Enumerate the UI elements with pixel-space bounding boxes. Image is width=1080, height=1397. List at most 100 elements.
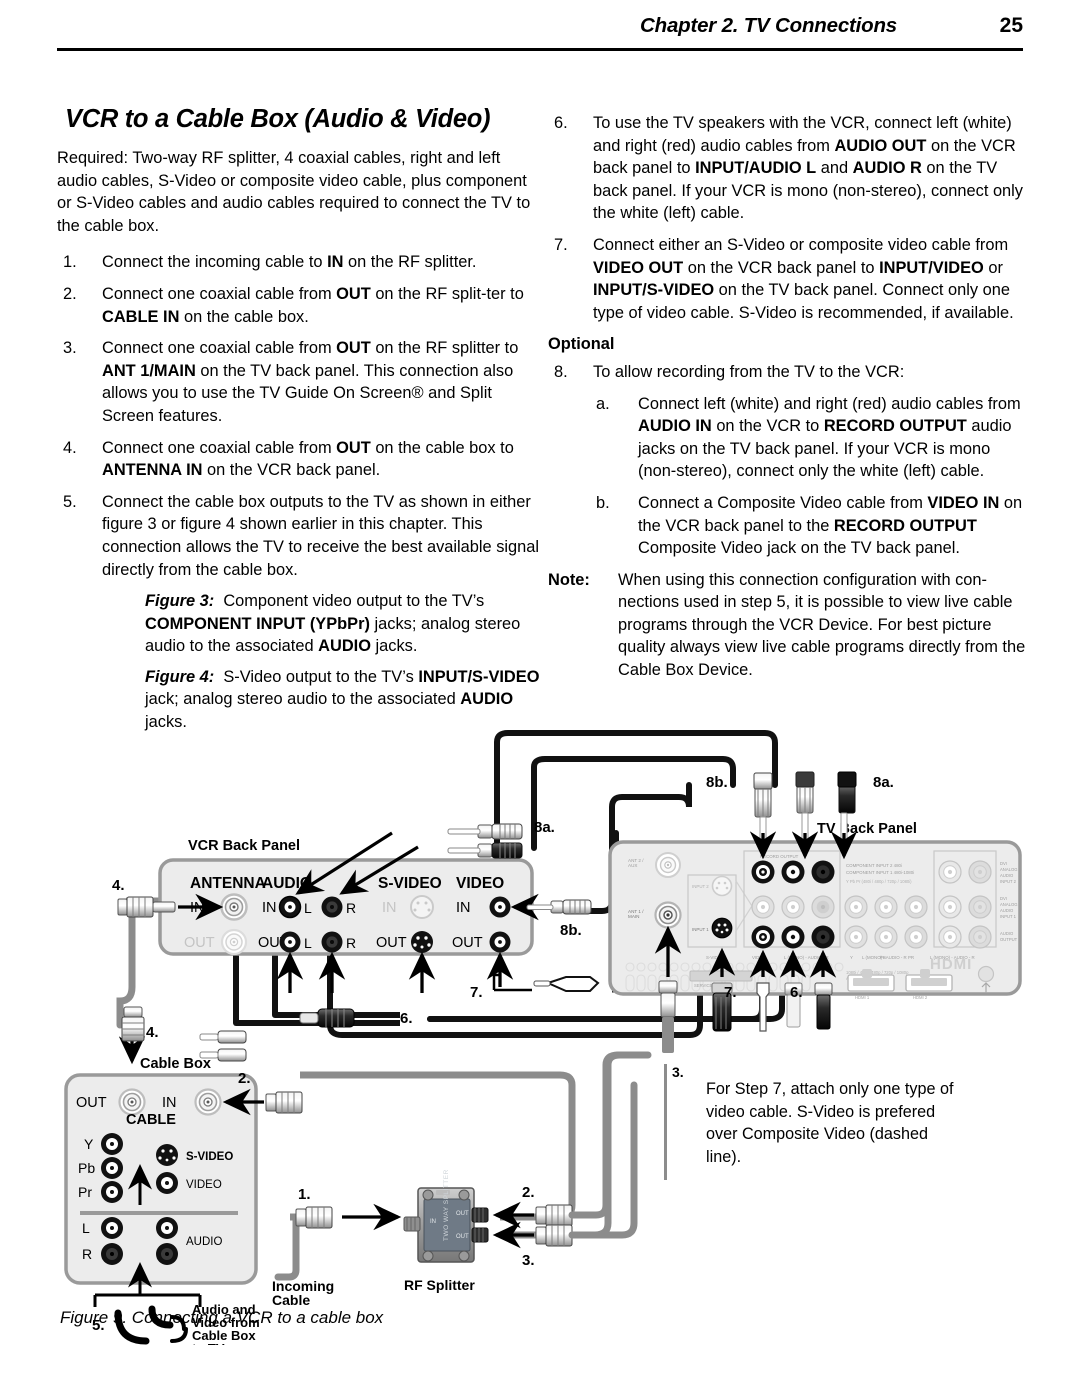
- page-title: VCR to a Cable Box (Audio & Video): [65, 105, 491, 133]
- step-number: 4.: [63, 438, 77, 457]
- svg-text:COMPONENT INPUT 2 480i: COMPONENT INPUT 2 480i: [846, 863, 902, 868]
- svg-text:OUTPUT: OUTPUT: [1000, 937, 1018, 942]
- callout-3-note: 3.: [672, 1064, 684, 1080]
- list-item: 8. To allow recording from the TV to the…: [548, 361, 1028, 384]
- note-block: Note: When using this connection configu…: [548, 569, 1028, 682]
- svg-text:CABLE: CABLE: [126, 1112, 176, 1128]
- svg-text:IN: IN: [162, 1095, 177, 1111]
- callout-8a: 8a.: [534, 819, 555, 836]
- step-number: 5.: [63, 492, 77, 511]
- svg-text:L: L: [304, 935, 312, 951]
- substep-text: Connect a Composite Video cable from VID…: [638, 493, 1023, 558]
- coax-plug-step3-splitter: [535, 1224, 573, 1247]
- svg-text:IN: IN: [456, 900, 471, 916]
- callout-3-splitter: 3.: [522, 1252, 535, 1269]
- vcr-panel-title: VCR Back Panel: [188, 838, 300, 854]
- svg-text:1080i / 480i / 480p / 720p / 1: 1080i / 480i / 480p / 720p / 1080p: [846, 970, 909, 975]
- step-text: Connect one coaxial cable from OUT on th…: [102, 438, 514, 480]
- callout-8b-vcr: 8b.: [560, 922, 582, 939]
- requirements-paragraph: Required: Two-way RF splitter, 4 coaxial…: [57, 149, 531, 235]
- svg-text:TWO WAY SPLITTER: TWO WAY SPLITTER: [443, 1169, 450, 1241]
- list-item: b. Connect a Composite Video cable from …: [592, 492, 1028, 560]
- list-item: 6. To use the TV speakers with the VCR, …: [548, 112, 1028, 225]
- svg-text:VIDEO: VIDEO: [456, 875, 504, 892]
- substep-letter: a.: [596, 394, 610, 413]
- callout-6-vcr: 6.: [400, 1010, 413, 1027]
- svg-text:DVI: DVI: [1000, 896, 1007, 901]
- right-steps-list: 6. To use the TV speakers with the VCR, …: [548, 112, 1028, 324]
- list-item: 1. Connect the incoming cable to IN on t…: [57, 251, 544, 274]
- list-item: 2. Connect one coaxial cable from OUT on…: [57, 283, 544, 328]
- list-item: 3. Connect one coaxial cable from OUT on…: [57, 337, 544, 427]
- step-text: To allow recording from the TV to the VC…: [593, 362, 905, 381]
- note-text: When using this connection configuration…: [618, 570, 1026, 680]
- list-item: 7. Connect either an S-Video or composit…: [548, 234, 1028, 324]
- svg-text:Cable: Cable: [272, 1292, 310, 1308]
- svg-text:IN: IN: [262, 900, 277, 916]
- svg-text:R: R: [346, 935, 356, 951]
- coax-plug-step2-box: [265, 1091, 303, 1114]
- rca-plug-8a-white: [447, 823, 523, 840]
- step-text: Connect the cable box outputs to the TV …: [102, 492, 540, 579]
- svg-text:INPUT 1: INPUT 1: [1000, 914, 1017, 919]
- callout-2-splitter: 2.: [522, 1184, 535, 1201]
- optional-heading: Optional: [548, 335, 615, 354]
- svg-text:L: L: [304, 900, 312, 916]
- rca-plug-8a-dark: [447, 842, 523, 859]
- svg-text:OUT: OUT: [452, 935, 483, 951]
- rca-plug-tv-audio-r: [814, 982, 833, 1030]
- svideo-inline-plug: [533, 976, 600, 992]
- step-text: Connect either an S-Video or composite v…: [593, 235, 1014, 322]
- svg-text:Y Pb Pr (480i / 480p / 720p /: Y Pb Pr (480i / 480p / 720p / 1080i): [846, 879, 912, 884]
- svg-text:IN: IN: [430, 1219, 436, 1225]
- svg-text:AUDIO: AUDIO: [1000, 908, 1014, 913]
- note-divider: [664, 1064, 667, 1180]
- callout-7-tv: 7.: [724, 984, 737, 1001]
- svg-text:L (MONO) - AUDIO - R: L (MONO) - AUDIO - R: [862, 955, 907, 960]
- step-number: 3.: [63, 339, 77, 358]
- callout-8a-tv: 8a.: [873, 774, 894, 791]
- note-label: Note:: [548, 570, 590, 589]
- page-header: Chapter 2. TV Connections 25: [57, 14, 1023, 52]
- step-text: To use the TV speakers with the VCR, con…: [593, 114, 1024, 223]
- figure-4-note: Figure 4: S-Video output to the TV’s INP…: [57, 666, 544, 734]
- callout-7-vcr: 7.: [470, 984, 483, 1001]
- svg-text:RECORD OUTPUT: RECORD OUTPUT: [760, 854, 799, 859]
- substeps-list: a. Connect left (white) and right (red) …: [548, 393, 1028, 560]
- svg-text:Pr: Pr: [78, 1184, 92, 1200]
- connection-diagram: VCR Back Panel ANTENNA AUDIO S-VIDEO VID…: [0, 725, 1080, 1345]
- svg-text:ANALOG: ANALOG: [1000, 867, 1017, 872]
- cable-box: Cable Box OUT IN CABLE Y Pb Pr S-VIDEO V…: [64, 1056, 258, 1285]
- rca-plug-tv-8a-white: [795, 771, 815, 840]
- svg-text:HDMI: HDMI: [930, 956, 972, 973]
- rf-splitter-label: RF Splitter: [404, 1277, 475, 1293]
- rf-splitter: TWO WAY SPLITTER IN OUT OUT RF Splitter: [403, 1169, 489, 1293]
- callout-4-box: 4.: [146, 1024, 159, 1041]
- step-number: 6.: [554, 114, 568, 132]
- figure-3-label: Figure 3:: [145, 592, 215, 611]
- vcr-back-panel: VCR Back Panel ANTENNA AUDIO S-VIDEO VID…: [158, 838, 534, 956]
- incoming-cable-label: Incoming Cable: [272, 1278, 334, 1308]
- svg-text:OUT: OUT: [184, 935, 215, 951]
- step-number: 2.: [63, 284, 77, 303]
- svg-text:MAIN: MAIN: [628, 914, 639, 919]
- svg-text:OUT: OUT: [76, 1095, 107, 1111]
- list-item: 5. Connect the cable box outputs to the …: [57, 491, 544, 581]
- callout-8b-tv: 8b.: [706, 774, 728, 791]
- svg-text:R: R: [82, 1246, 92, 1262]
- chapter-title: Chapter 2. TV Connections: [640, 14, 897, 37]
- rca-plug-tv-video-in: [756, 982, 770, 1032]
- svg-text:INPUT 2: INPUT 2: [692, 884, 709, 889]
- hdmi-logo: HDMI: [930, 956, 972, 973]
- svg-text:AUDIO: AUDIO: [186, 1236, 222, 1248]
- tv-back-panel: TV Back Panel ANT 2 / AUX ANT 1 / MAIN I…: [608, 821, 1022, 1000]
- coax-plug-step1: [295, 1206, 333, 1229]
- tv-panel-title: TV Back Panel: [817, 821, 917, 837]
- svg-text:L: L: [82, 1220, 90, 1236]
- figure-caption: Figure 9. Connecting a VCR to a cable bo…: [60, 1308, 384, 1327]
- svg-text:Y: Y: [850, 955, 853, 960]
- svg-text:HDMI 1: HDMI 1: [855, 995, 870, 1000]
- svg-text:INPUT 1: INPUT 1: [692, 927, 709, 932]
- callout-4: 4.: [112, 877, 125, 894]
- svg-text:HDMI 2: HDMI 2: [913, 995, 928, 1000]
